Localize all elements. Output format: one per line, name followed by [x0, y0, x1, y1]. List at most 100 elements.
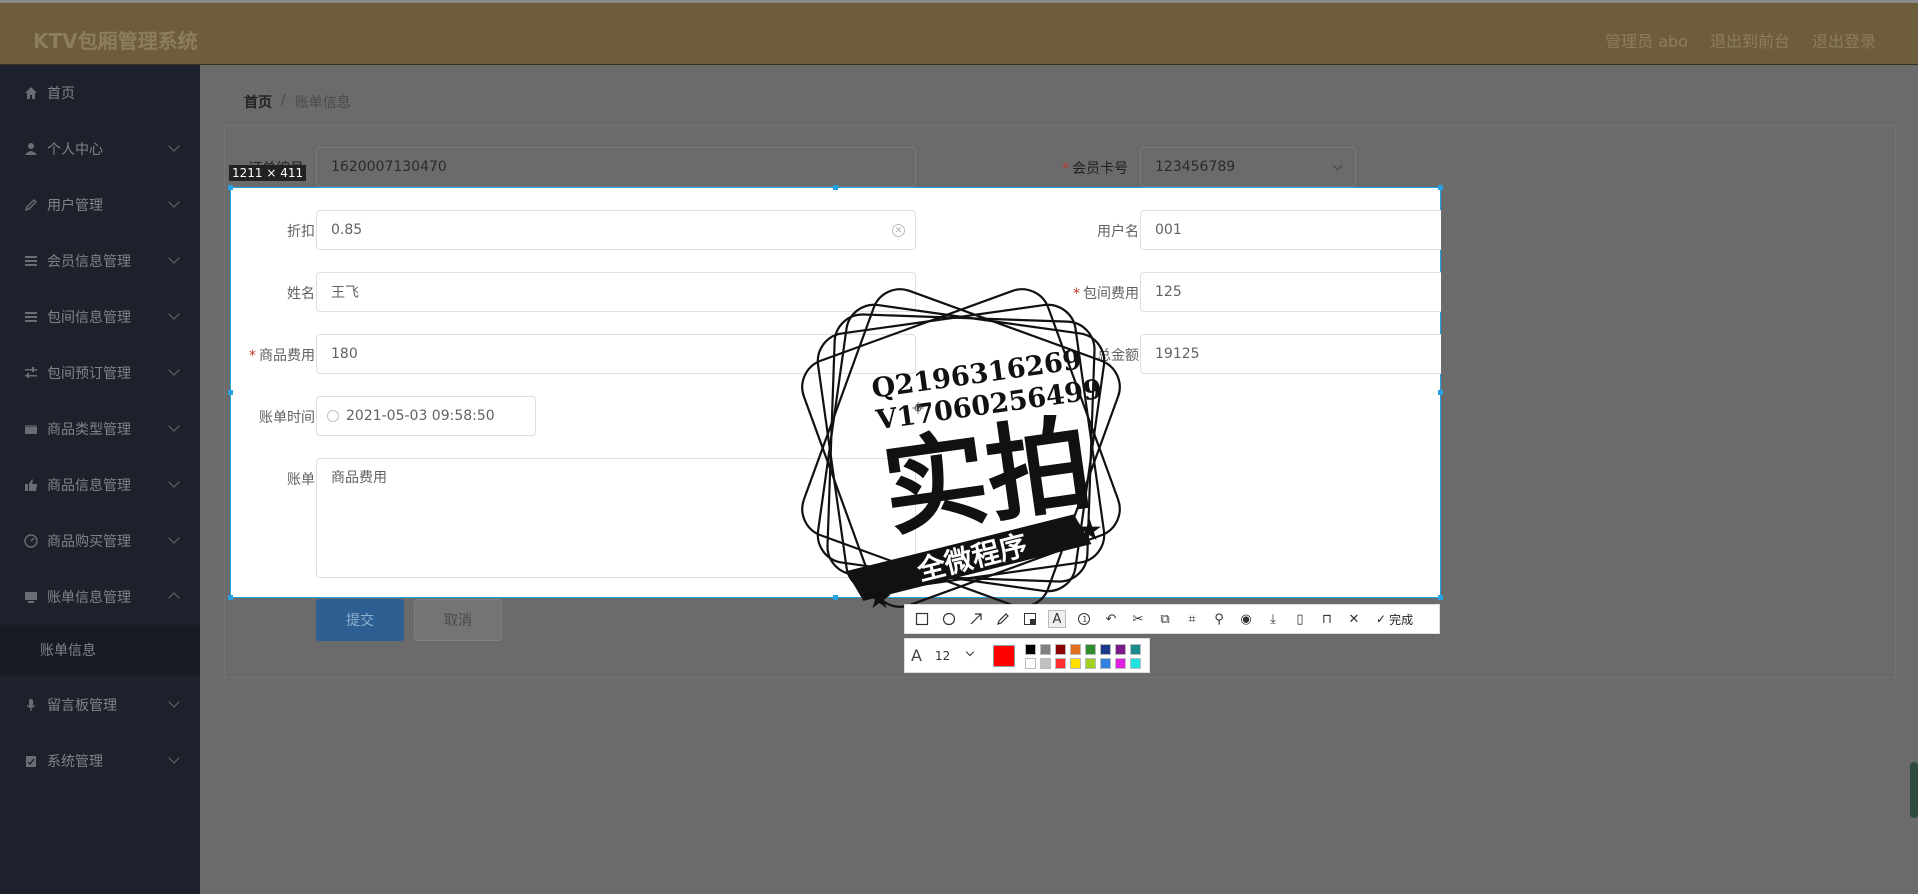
color-swatch[interactable] — [1070, 644, 1081, 655]
resize-handle[interactable] — [1438, 595, 1443, 600]
scissors-icon[interactable]: ✂ — [1129, 610, 1147, 628]
translate-icon[interactable]: ⧉ — [1156, 610, 1174, 628]
order-no-field[interactable]: 1620007130470 — [316, 147, 916, 187]
logout-link[interactable]: 退出登录 — [1812, 28, 1876, 52]
color-palette: A 12 — [904, 638, 1150, 673]
admin-label: 管理员 abo — [1605, 32, 1688, 51]
list-icon — [23, 253, 39, 269]
download-icon[interactable]: ⤓ — [1264, 610, 1282, 628]
bill-value: 商品费用 — [331, 470, 387, 486]
color-swatch[interactable] — [1115, 658, 1126, 669]
resize-handle[interactable] — [1438, 185, 1443, 190]
color-swatch[interactable] — [1040, 658, 1051, 669]
resize-handle[interactable] — [1438, 390, 1443, 395]
pen-icon[interactable] — [994, 610, 1012, 628]
text-icon[interactable]: A — [1048, 610, 1066, 628]
edit-icon — [23, 197, 39, 213]
sidebar-item-rooms[interactable]: 包间信息管理 — [0, 289, 200, 345]
sliders-icon — [23, 365, 39, 381]
sidebar-item-label: 系统管理 — [47, 754, 103, 770]
arrow-icon[interactable] — [967, 610, 985, 628]
sidebar-item-system[interactable]: 系统管理 — [0, 733, 200, 789]
color-swatch[interactable] — [1130, 658, 1141, 669]
room-fee-field[interactable]: 125 — [1140, 272, 1441, 312]
ellipse-icon[interactable] — [940, 610, 958, 628]
capture-toolbar: A 1 ↶ ✂ ⧉ ⌗ ⚲ ◉ ⤓ ▯ ⊓ ✕ ✓ 完成 — [904, 604, 1440, 634]
sidebar-item-bookings[interactable]: 包间预订管理 — [0, 345, 200, 401]
sidebar-item-goods-info[interactable]: 商品信息管理 — [0, 457, 200, 513]
color-swatch[interactable] — [1025, 644, 1036, 655]
chevron-down-icon — [1332, 160, 1343, 171]
back-to-front-link[interactable]: 退出到前台 — [1710, 28, 1790, 52]
clear-icon[interactable]: ✕ — [892, 224, 905, 237]
color-swatch[interactable] — [1055, 658, 1066, 669]
sidebar-item-users[interactable]: 用户管理 — [0, 177, 200, 233]
chevron-down-icon — [168, 532, 180, 544]
record-icon[interactable]: ◉ — [1237, 610, 1255, 628]
sidebar-item-messages[interactable]: 留言板管理 — [0, 677, 200, 733]
color-swatch[interactable] — [1100, 658, 1111, 669]
sidebar-item-goods-types[interactable]: 商品类型管理 — [0, 401, 200, 457]
sidebar-item-home[interactable]: 首页 — [0, 65, 200, 121]
color-swatch[interactable] — [1055, 644, 1066, 655]
scan-icon[interactable]: ⌗ — [1183, 610, 1201, 628]
color-swatch[interactable] — [1085, 644, 1096, 655]
check-icon: ✓ — [1376, 612, 1387, 626]
username-field[interactable]: 001 — [1140, 210, 1441, 250]
submit-button[interactable]: 提交 — [316, 599, 404, 641]
sidebar-item-members[interactable]: 会员信息管理 — [0, 233, 200, 289]
chevron-down-icon — [168, 696, 180, 708]
color-swatch[interactable] — [1100, 644, 1111, 655]
rectangle-icon[interactable] — [913, 610, 931, 628]
resize-handle[interactable] — [833, 185, 838, 190]
bill-time-picker[interactable]: 2021-05-03 09:58:50 — [316, 396, 536, 436]
name-label: 姓名 — [287, 286, 315, 302]
color-swatch[interactable] — [1040, 644, 1051, 655]
selected-color[interactable] — [993, 645, 1015, 667]
color-swatch[interactable] — [1085, 658, 1096, 669]
breadcrumb-home[interactable]: 首页 — [244, 92, 272, 112]
phone-icon[interactable]: ▯ — [1291, 610, 1309, 628]
done-button[interactable]: ✓ 完成 — [1376, 611, 1413, 628]
font-size-select[interactable]: 12 — [935, 649, 950, 663]
number-icon[interactable]: 1 — [1075, 610, 1093, 628]
card-no-value: 123456789 — [1155, 159, 1236, 175]
bill-time-label: 账单时间 — [259, 410, 315, 426]
sidebar-item-label: 首页 — [47, 86, 75, 102]
mosaic-icon[interactable] — [1021, 610, 1039, 628]
chevron-down-icon — [168, 308, 180, 320]
chevron-up-icon — [168, 592, 180, 604]
crosshair-icon — [912, 402, 924, 414]
clock-icon — [327, 410, 339, 422]
cancel-button[interactable]: 取消 — [414, 599, 502, 641]
order-no-value: 1620007130470 — [331, 159, 447, 175]
bookmark-icon[interactable]: ⊓ — [1318, 610, 1336, 628]
undo-icon[interactable]: ↶ — [1102, 610, 1120, 628]
discount-value: 0.85 — [331, 222, 363, 238]
clipboard-icon — [23, 753, 39, 769]
resize-handle[interactable] — [833, 595, 838, 600]
sidebar-subitem-bill-info[interactable]: 账单信息 — [0, 625, 200, 675]
star-icon: ★ — [866, 581, 893, 616]
color-swatch[interactable] — [1025, 658, 1036, 669]
resize-handle[interactable] — [228, 595, 233, 600]
discount-field[interactable]: 0.85 ✕ — [316, 210, 916, 250]
color-swatch[interactable] — [1130, 644, 1141, 655]
scrollbar-indicator[interactable] — [1910, 762, 1918, 818]
close-icon[interactable]: ✕ — [1345, 610, 1363, 628]
chevron-down-icon — [168, 252, 180, 264]
color-swatch[interactable] — [1070, 658, 1081, 669]
bill-time-value: 2021-05-03 09:58:50 — [346, 408, 495, 424]
color-swatch[interactable] — [1115, 644, 1126, 655]
resize-handle[interactable] — [228, 390, 233, 395]
resize-handle[interactable] — [228, 185, 233, 190]
total-field[interactable]: 19125 — [1140, 334, 1441, 374]
card-no-select[interactable]: 123456789 — [1140, 147, 1356, 187]
sidebar-item-bills[interactable]: 账单信息管理 — [0, 569, 200, 625]
sidebar-item-profile[interactable]: 个人中心 — [0, 121, 200, 177]
capture-selection[interactable]: 折扣 0.85 ✕ 用户名 001 姓名 王飞 * 包间费用 125 * 商品费用 … — [230, 187, 1441, 616]
pin-icon[interactable]: ⚲ — [1210, 610, 1228, 628]
chevron-down-icon — [168, 752, 180, 764]
sidebar-item-purchases[interactable]: 商品购买管理 — [0, 513, 200, 569]
thumb-icon — [23, 477, 39, 493]
